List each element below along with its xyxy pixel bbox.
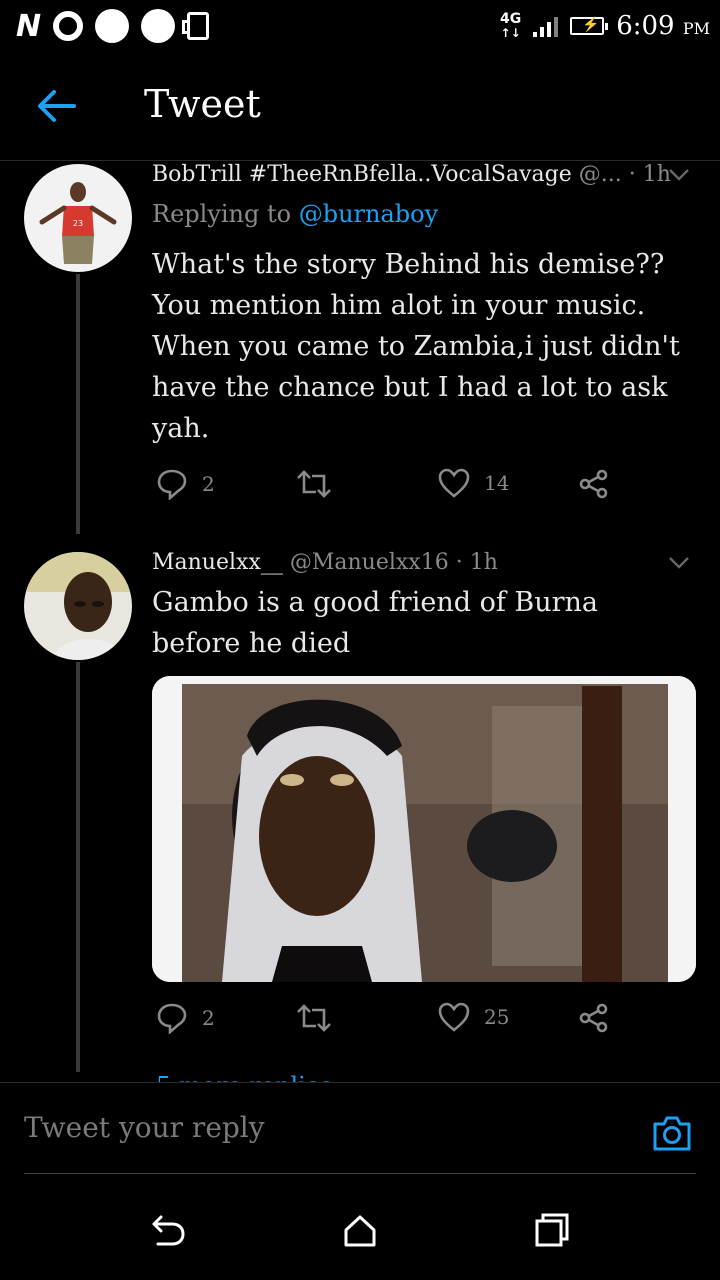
heart-icon: [438, 1002, 470, 1032]
display-name[interactable]: BobTrill #TheeRnBfella..VocalSavage: [152, 162, 572, 187]
reply-bar: Tweet your reply: [0, 1082, 720, 1175]
handle[interactable]: @Manuelxx16: [290, 550, 449, 575]
photo-image: [152, 676, 696, 982]
screen-rotate-icon: [182, 12, 210, 40]
retweet-icon: [297, 470, 331, 498]
reply-button[interactable]: 2: [156, 1002, 215, 1034]
chevron-down-icon[interactable]: [668, 556, 690, 570]
tweet-photo[interactable]: [152, 676, 696, 982]
reply-input[interactable]: Tweet your reply: [24, 1111, 265, 1144]
tweet-actions: 2 14: [152, 468, 632, 508]
battery-icon: ⚡: [570, 17, 609, 35]
network-type: 4G ↑↓: [499, 11, 522, 40]
share-icon: [579, 1003, 608, 1033]
chevron-down-icon[interactable]: [668, 168, 690, 182]
replying-to: Replying to @burnaboy: [152, 200, 439, 228]
notification-n-icon: N: [16, 8, 42, 44]
reply-icon: [157, 469, 187, 500]
signal-icon: [533, 15, 559, 37]
share-button[interactable]: [578, 468, 610, 500]
nav-back-icon[interactable]: [150, 1212, 186, 1248]
heart-icon: [438, 468, 470, 498]
avatar[interactable]: [24, 552, 132, 660]
handle[interactable]: @...: [579, 162, 622, 187]
tweet-text: Gambo is a good friend of Burna before h…: [152, 587, 599, 659]
svg-text:23: 23: [73, 219, 83, 228]
retweet-button[interactable]: [296, 468, 346, 500]
tweet-header: Manuelxx__ @Manuelxx16 · 1h: [152, 550, 498, 575]
like-button[interactable]: 25: [438, 1002, 509, 1032]
camera-icon[interactable]: [652, 1113, 692, 1153]
timestamp: · 1h: [628, 162, 671, 187]
divider: [24, 1173, 696, 1174]
clock: 6:09 PM: [616, 11, 710, 41]
notification-ring-icon: [53, 11, 84, 41]
tweet-header: BobTrill #TheeRnBfella..VocalSavage @...…: [152, 162, 671, 187]
thread-line: [76, 662, 80, 1072]
status-bar: N 4G ↑↓ ⚡ 6:09 PM: [0, 0, 720, 52]
reply-icon: [157, 1003, 187, 1034]
share-button[interactable]: [578, 1002, 610, 1034]
app-header: Tweet: [0, 52, 720, 161]
retweet-icon: [297, 1004, 331, 1032]
notification-dot-icon: [141, 9, 176, 43]
like-button[interactable]: 14: [438, 468, 509, 498]
reply-button[interactable]: 2: [156, 468, 215, 500]
thread-line: [76, 274, 80, 534]
timestamp: · 1h: [455, 550, 498, 575]
tweet-actions: 2 25: [152, 1002, 632, 1042]
retweet-button[interactable]: [296, 1002, 346, 1034]
page-title: Tweet: [144, 82, 261, 126]
tweet-text: What's the story Behind his demise?? You…: [152, 249, 680, 444]
notification-dot-icon: [95, 9, 130, 43]
nav-home-icon[interactable]: [342, 1212, 378, 1248]
avatar[interactable]: 23: [24, 164, 132, 272]
nav-recents-icon[interactable]: [534, 1212, 570, 1248]
mention-link[interactable]: @burnaboy: [299, 200, 438, 228]
share-icon: [579, 469, 608, 499]
system-nav-bar: [0, 1176, 720, 1280]
arrow-left-icon[interactable]: [36, 88, 76, 124]
display-name[interactable]: Manuelxx__: [152, 550, 283, 575]
